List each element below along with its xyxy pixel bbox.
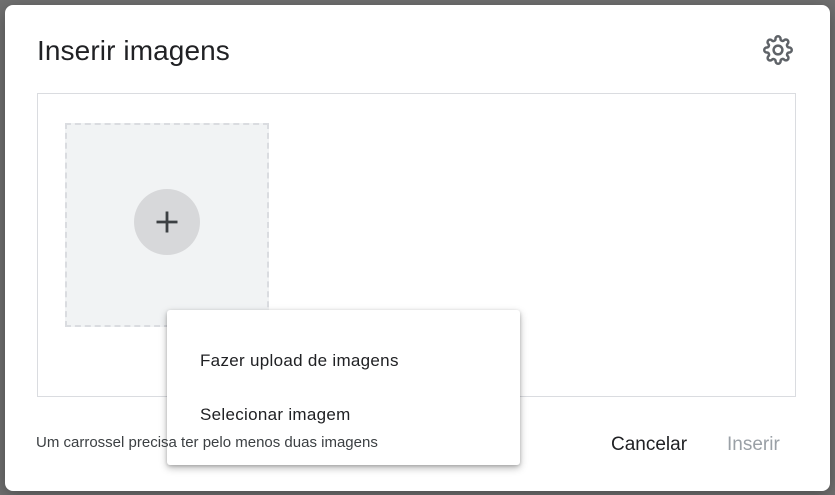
add-image-tile[interactable]: [65, 123, 269, 327]
image-content-area: Fazer upload de imagens Selecionar image…: [37, 93, 796, 465]
dialog-title: Inserir imagens: [37, 35, 230, 66]
insert-images-dialog: Inserir imagens Fazer upload de imagens …: [5, 5, 830, 491]
cancel-button[interactable]: Cancelar: [605, 430, 693, 460]
add-image-button[interactable]: [134, 189, 200, 255]
carousel-requirement-note: Um carrossel precisa ter pelo menos duas…: [36, 434, 378, 451]
plus-icon: [156, 211, 178, 233]
settings-button[interactable]: [762, 34, 794, 70]
gear-icon: [763, 34, 793, 70]
menu-item-upload-images[interactable]: Fazer upload de imagens: [167, 336, 520, 390]
insert-button[interactable]: Inserir: [721, 430, 786, 460]
